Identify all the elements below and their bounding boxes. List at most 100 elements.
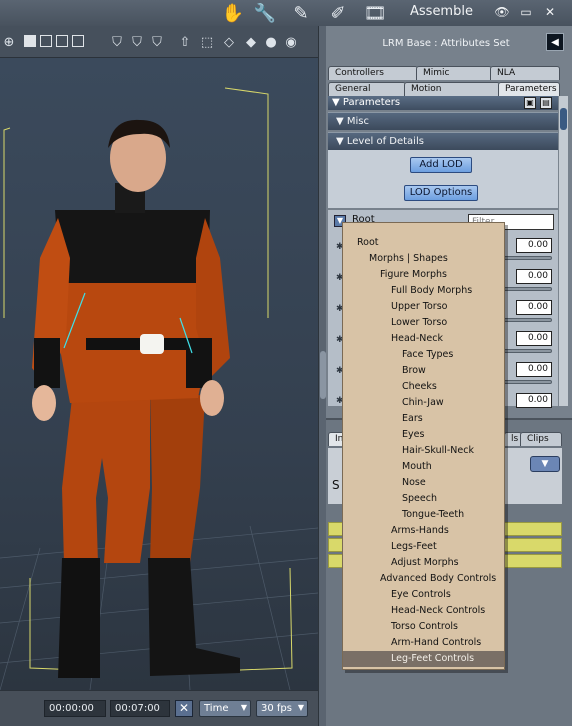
menu-item[interactable]: Brow xyxy=(343,363,504,379)
brush-tool-icon[interactable]: ✐ xyxy=(325,1,351,25)
viewport-toolbar: ⊕ ⛉ ⛉ ⛉ ⇧ ⬚ ◇ ◆ ● ◉ xyxy=(0,26,318,58)
menu-item[interactable]: Hair-Skull-Neck xyxy=(343,443,504,459)
shield-a-icon[interactable]: ⛉ xyxy=(108,33,126,51)
wrench-tool-icon[interactable]: 🔧 xyxy=(252,1,278,25)
room-title: Assemble xyxy=(410,4,473,19)
parameters-header[interactable]: ▼ Parameters ▣ ▤ xyxy=(328,96,558,110)
menu-item[interactable]: Upper Torso xyxy=(343,299,504,315)
menu-item[interactable]: Chin-Jaw xyxy=(343,395,504,411)
tab-mimic[interactable]: Mimic xyxy=(416,66,492,80)
menu-item[interactable]: Morphs | Shapes xyxy=(343,251,504,267)
menu-item[interactable]: Ears xyxy=(343,411,504,427)
param-value-field[interactable]: 0.00 xyxy=(516,238,552,253)
bounds-icon[interactable]: ⬚ xyxy=(198,33,216,51)
scrollbar-thumb[interactable] xyxy=(560,108,567,130)
fps-label: 30 fps xyxy=(261,703,292,714)
menu-item[interactable]: Nose xyxy=(343,475,504,491)
eye-icon[interactable]: 👁 xyxy=(494,5,510,19)
menu-item[interactable]: Arm-Hand Controls xyxy=(343,635,504,651)
parameters-scrollbar[interactable] xyxy=(558,96,568,406)
up-arrow-icon[interactable]: ⇧ xyxy=(176,33,194,51)
sphere-grey-icon[interactable]: ● xyxy=(262,33,280,51)
layout-dual-icon[interactable] xyxy=(40,35,52,47)
param-value-field[interactable]: 0.00 xyxy=(516,269,552,284)
menu-item[interactable]: Mouth xyxy=(343,459,504,475)
menu-item[interactable]: Eyes xyxy=(343,427,504,443)
3d-viewport[interactable] xyxy=(0,58,318,690)
solid-cube-icon[interactable]: ◆ xyxy=(242,33,260,51)
param-value-field[interactable]: 0.00 xyxy=(516,300,552,315)
menu-item[interactable]: Face Types xyxy=(343,347,504,363)
shield-b-icon[interactable]: ⛉ xyxy=(128,33,146,51)
tab-nla[interactable]: NLA xyxy=(490,66,560,80)
panel-collapse-icon[interactable]: ◀ xyxy=(546,33,564,51)
panel-splitter[interactable] xyxy=(318,26,326,726)
layout-custom-icon[interactable] xyxy=(72,35,84,47)
menu-item[interactable]: Leg-Feet Controls xyxy=(343,651,504,667)
time-mode-label: Time xyxy=(204,703,229,714)
restore-window-icon[interactable]: ▭ xyxy=(518,5,534,19)
menu-item[interactable]: Root xyxy=(343,235,504,251)
misc-section-label: Misc xyxy=(346,116,369,127)
scene-render xyxy=(0,87,318,690)
layout-quad-icon[interactable] xyxy=(56,35,68,47)
menu-item[interactable]: Eye Controls xyxy=(343,587,504,603)
param-value-field[interactable]: 0.00 xyxy=(516,362,552,377)
menu-item[interactable]: Figure Morphs xyxy=(343,267,504,283)
tab-general[interactable]: General xyxy=(328,82,406,96)
triangle-down-icon: ▼ xyxy=(332,97,343,108)
menu-item[interactable]: Speech xyxy=(343,491,504,507)
film-tool-icon[interactable]: 🎞 xyxy=(362,1,388,25)
panel-title: LRM Base : Attributes Set xyxy=(382,38,510,49)
param-value-field[interactable]: 0.00 xyxy=(516,331,552,346)
menu-item[interactable]: Arms-Hands xyxy=(343,523,504,539)
triangle-down-icon: ▼ xyxy=(336,116,347,127)
layout-single-icon[interactable] xyxy=(24,35,36,47)
lod-section-bar[interactable]: ▼ Level of Details xyxy=(328,132,558,150)
timeline-bar: 00:00:00 00:07:00 ✕ Time ▼ 30 fps ▼ xyxy=(0,690,318,726)
menu-item[interactable]: Head-Neck xyxy=(343,331,504,347)
menu-item[interactable]: Advanced Body Controls xyxy=(343,571,504,587)
tab-clips[interactable]: Clips xyxy=(520,432,562,446)
tab-motion[interactable]: Motion xyxy=(404,82,500,96)
end-time-field[interactable]: 00:07:00 xyxy=(110,700,170,717)
sphere-light-icon[interactable]: ◉ xyxy=(282,33,300,51)
parameters-header-label: Parameters xyxy=(342,97,401,108)
human-figure xyxy=(32,119,240,678)
lower-select-chevron-icon[interactable]: ▼ xyxy=(530,456,560,472)
menu-item[interactable]: Head-Neck Controls xyxy=(343,603,504,619)
lod-controls: Add LOD LOD Options xyxy=(328,150,558,208)
menu-item[interactable]: Legs-Feet xyxy=(343,539,504,555)
close-window-icon[interactable]: ✕ xyxy=(542,5,558,19)
save-icon[interactable]: ▣ xyxy=(524,97,536,109)
triangle-down-icon: ▼ xyxy=(336,136,347,147)
add-lod-button[interactable]: Add LOD xyxy=(410,157,472,173)
tab-controllers[interactable]: Controllers xyxy=(328,66,418,80)
lower-section-letter: S xyxy=(332,478,340,492)
menu-item[interactable]: Cheeks xyxy=(343,379,504,395)
hand-tool-icon[interactable]: ✋ xyxy=(220,1,246,25)
fps-select[interactable]: 30 fps ▼ xyxy=(256,700,308,717)
menu-item[interactable]: Lower Torso xyxy=(343,315,504,331)
cube-icon[interactable]: ◇ xyxy=(220,33,238,51)
menu-item[interactable]: Torso Controls xyxy=(343,619,504,635)
time-mode-select[interactable]: Time ▼ xyxy=(199,700,251,717)
poser-app-window: ✋ 🔧 ✎ ✐ 🎞 Assemble 👁 ▭ ✕ ⊕ ⛉ ⛉ ⛉ ⇧ ⬚ ◇ ◆… xyxy=(0,0,572,726)
tab-parameters[interactable]: Parameters xyxy=(498,82,560,96)
menu-item[interactable]: Tongue-Teeth xyxy=(343,507,504,523)
shield-c-icon[interactable]: ⛉ xyxy=(148,33,166,51)
top-toolbar: ✋ 🔧 ✎ ✐ 🎞 Assemble 👁 ▭ ✕ xyxy=(0,0,572,26)
loop-toggle-icon[interactable]: ✕ xyxy=(175,700,193,717)
chevron-down-icon: ▼ xyxy=(240,703,247,712)
menu-item[interactable]: Adjust Morphs xyxy=(343,555,504,571)
current-time-field[interactable]: 00:00:00 xyxy=(44,700,106,717)
pen-tool-icon[interactable]: ✎ xyxy=(288,1,314,25)
lod-options-button[interactable]: LOD Options xyxy=(404,185,478,201)
param-value-field[interactable]: 0.00 xyxy=(516,393,552,408)
crosshair-icon[interactable]: ⊕ xyxy=(0,33,18,51)
misc-section-bar[interactable]: ▼ Misc xyxy=(328,112,558,130)
menu-item[interactable]: Full Body Morphs xyxy=(343,283,504,299)
chevron-down-icon: ▼ xyxy=(297,703,304,712)
group-dropdown-menu: Root Morphs | Shapes Figure Morphs Full Bod… xyxy=(342,222,505,670)
folder-icon[interactable]: ▤ xyxy=(540,97,552,109)
